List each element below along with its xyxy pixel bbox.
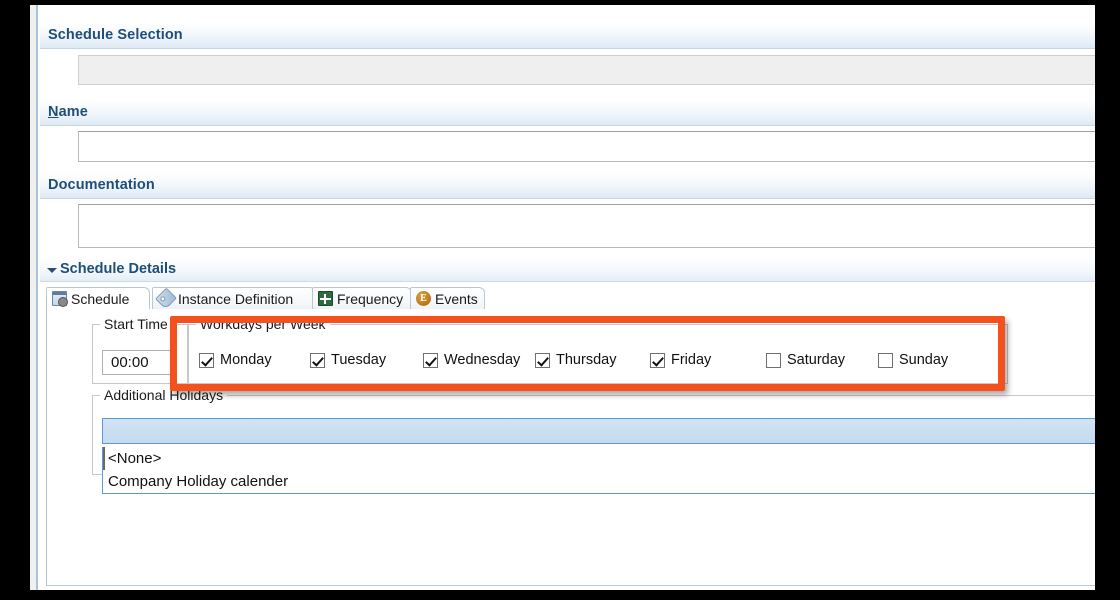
documentation-textarea[interactable] — [78, 204, 1095, 248]
checkbox-friday-label: Friday — [671, 352, 712, 368]
tab-instance-definition-label: Instance Definition — [178, 290, 294, 307]
frequency-waveform-icon — [318, 291, 333, 306]
events-circle-icon: E — [416, 291, 431, 306]
checkbox-tuesday-label: Tuesday — [331, 352, 387, 368]
checkbox-friday-box[interactable] — [650, 352, 665, 368]
section-header-name: Name — [40, 98, 1095, 126]
checkbox-thursday-label: Thursday — [556, 352, 617, 368]
tag-icon — [155, 287, 177, 310]
checkbox-tuesday[interactable]: Tuesday — [310, 352, 386, 368]
dropdown-option-none[interactable]: <None> — [103, 447, 1095, 470]
schedule-details-tabstrip: Schedule Instance Definition Frequency E… — [46, 287, 1095, 310]
checkbox-friday[interactable]: Friday — [650, 352, 711, 368]
name-input[interactable] — [78, 131, 1095, 162]
name-title: Name — [48, 104, 88, 120]
checkbox-wednesday-label: Wednesday — [444, 352, 521, 368]
start-time-legend: Start Time — [100, 316, 172, 332]
checkbox-thursday[interactable]: Thursday — [535, 352, 616, 368]
form-content: Schedule Selection Name Documentation Sc… — [40, 5, 1095, 590]
checkbox-sunday-label: Sunday — [899, 352, 949, 368]
schedule-selection-title: Schedule Selection — [48, 27, 183, 43]
additional-holidays-combobox[interactable] — [102, 418, 1095, 444]
tab-schedule[interactable]: Schedule — [46, 287, 150, 309]
checkbox-saturday[interactable]: Saturday — [766, 352, 845, 368]
application-window: Schedule Selection Name Documentation Sc… — [30, 5, 1095, 590]
screenshot-root: Schedule Selection Name Documentation Sc… — [0, 0, 1120, 600]
checkbox-wednesday[interactable]: Wednesday — [423, 352, 520, 368]
schedule-window-icon — [52, 291, 68, 307]
checkbox-thursday-box[interactable] — [535, 352, 550, 368]
checkbox-monday[interactable]: Monday — [199, 352, 272, 368]
checkbox-saturday-label: Saturday — [787, 352, 846, 368]
tab-frequency-label: Frequency — [337, 290, 404, 307]
section-header-schedule-selection: Schedule Selection — [40, 21, 1095, 49]
start-time-input[interactable]: 00:00 — [102, 350, 177, 375]
tab-events-label: Events — [435, 290, 478, 307]
workdays-legend: Workdays per Week — [196, 316, 330, 332]
collapse-triangle-icon[interactable] — [47, 268, 57, 273]
dropdown-option-company-holiday-calender[interactable]: Company Holiday calender — [103, 470, 1095, 493]
additional-holidays-dropdown-list[interactable]: <None> Company Holiday calender — [102, 447, 1095, 494]
additional-holidays-legend: Additional Holidays — [100, 387, 228, 403]
schedule-details-header[interactable]: Schedule Details — [40, 256, 1095, 282]
tab-instance-definition[interactable]: Instance Definition — [152, 287, 316, 310]
section-header-documentation: Documentation — [40, 171, 1095, 199]
tab-frequency[interactable]: Frequency — [312, 287, 412, 309]
left-gutter — [30, 5, 38, 590]
checkbox-monday-label: Monday — [220, 352, 272, 368]
documentation-title: Documentation — [48, 177, 155, 193]
checkbox-saturday-box[interactable] — [766, 352, 781, 368]
checkbox-wednesday-box[interactable] — [423, 352, 438, 368]
checkbox-sunday-box[interactable] — [878, 352, 893, 368]
checkbox-monday-box[interactable] — [199, 352, 214, 368]
schedule-details-title: Schedule Details — [60, 261, 177, 277]
tab-events[interactable]: E Events — [410, 287, 485, 309]
checkbox-sunday[interactable]: Sunday — [878, 352, 948, 368]
checkbox-tuesday-box[interactable] — [310, 352, 325, 368]
schedule-selection-field[interactable] — [78, 55, 1095, 85]
tab-schedule-label: Schedule — [71, 290, 130, 307]
